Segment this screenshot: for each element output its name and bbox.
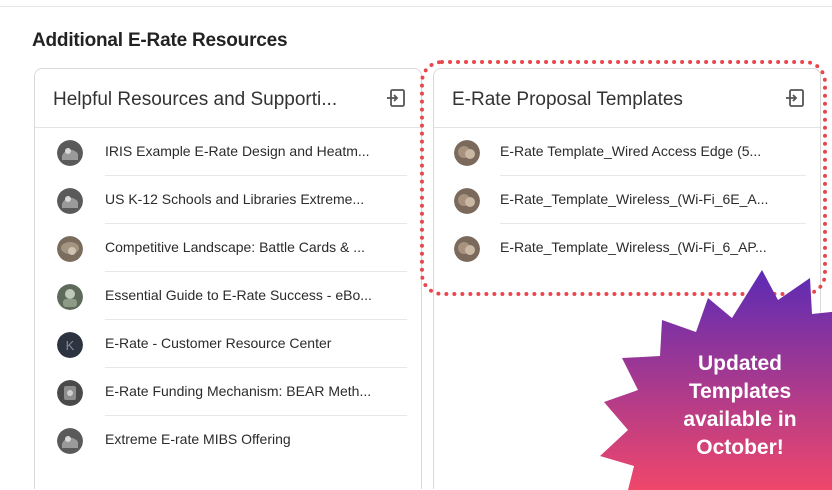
- item-label: US K-12 Schools and Libraries Extreme...: [105, 191, 365, 207]
- file-avatar-icon: [57, 428, 83, 454]
- resources-card: Helpful Resources and Supporti... IRIS E…: [34, 68, 422, 489]
- top-divider: [0, 6, 832, 7]
- open-in-icon[interactable]: [385, 87, 407, 109]
- list-item[interactable]: Essential Guide to E-Rate Success - eBo.…: [35, 272, 421, 320]
- file-avatar-icon: [57, 140, 83, 166]
- svg-text:K: K: [66, 338, 75, 353]
- callout-line: available in: [683, 408, 797, 431]
- item-label: IRIS Example E-Rate Design and Heatm...: [105, 143, 370, 159]
- list-item[interactable]: Extreme E-rate MIBS Offering: [35, 416, 421, 464]
- callout-text: Updated Templates available in October!: [650, 350, 830, 462]
- section-title: Additional E-Rate Resources: [32, 30, 288, 51]
- callout-line: October!: [696, 436, 784, 459]
- list-item[interactable]: E-Rate Funding Mechanism: BEAR Meth...: [35, 368, 421, 416]
- file-avatar-icon: [57, 236, 83, 262]
- card-title[interactable]: Helpful Resources and Supporti...: [53, 89, 337, 111]
- item-label: Competitive Landscape: Battle Cards & ..…: [105, 239, 365, 255]
- resource-list: IRIS Example E-Rate Design and Heatm... …: [35, 128, 421, 464]
- item-label: Essential Guide to E-Rate Success - eBo.…: [105, 287, 372, 303]
- list-item[interactable]: K E-Rate - Customer Resource Center: [35, 320, 421, 368]
- list-item[interactable]: Competitive Landscape: Battle Cards & ..…: [35, 224, 421, 272]
- highlight-ring: [420, 60, 827, 296]
- callout-line: Updated: [698, 352, 782, 375]
- file-avatar-icon: [57, 380, 83, 406]
- callout-line: Templates: [688, 380, 792, 403]
- file-avatar-icon: K: [57, 332, 83, 358]
- file-avatar-icon: [57, 188, 83, 214]
- card-header: Helpful Resources and Supporti...: [35, 69, 421, 128]
- item-label: E-Rate Funding Mechanism: BEAR Meth...: [105, 383, 372, 399]
- item-label: E-Rate - Customer Resource Center: [105, 335, 332, 351]
- list-item[interactable]: US K-12 Schools and Libraries Extreme...: [35, 176, 421, 224]
- list-item[interactable]: IRIS Example E-Rate Design and Heatm...: [35, 128, 421, 176]
- file-avatar-icon: [57, 284, 83, 310]
- item-label: Extreme E-rate MIBS Offering: [105, 431, 291, 447]
